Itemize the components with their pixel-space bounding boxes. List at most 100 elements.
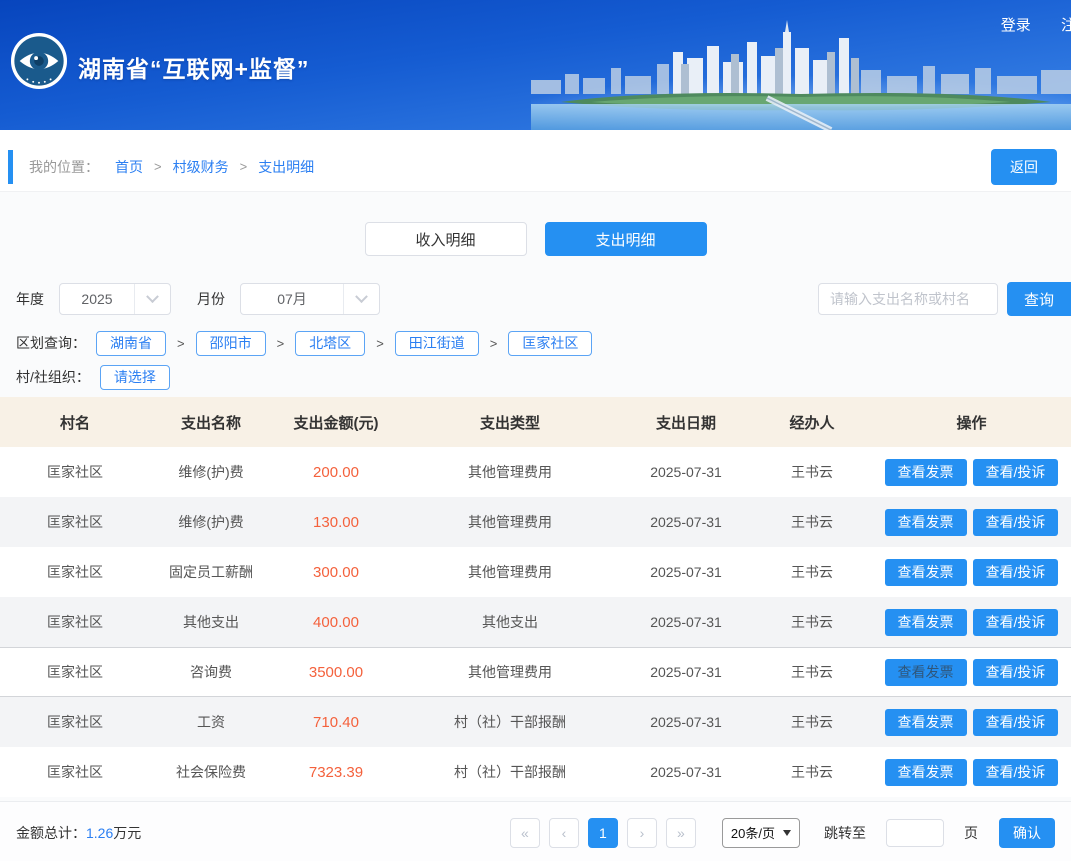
pagination-first-button[interactable]: « [509,817,540,848]
cell-expense-type: 村（社）干部报酬 [454,714,566,730]
breadcrumb-separator: > [239,159,248,174]
table-header-row: 村名 支出名称 支出金额(元) 支出类型 支出日期 经办人 操作 [0,397,1071,447]
login-link[interactable]: 登录 [1001,17,1031,34]
org-filter-row: 村/社组织： 请选择 [0,360,1071,394]
jump-label: 跳转至 [824,824,866,841]
cell-village: 匡家社区 [47,614,103,630]
site-logo-eye-icon [10,32,68,90]
cell-expense-type: 其他管理费用 [468,664,552,680]
table-row: 匡家社区 工资 710.40 村（社）干部报酬 2025-07-31 王书云 查… [0,697,1071,747]
site-title: 湖南省“互联网+监督” [78,56,310,82]
cell-actions: 查看发票 查看/投诉 [872,558,1071,586]
year-select[interactable]: 2025 [59,283,171,315]
tab-expense-detail[interactable]: 支出明细 [544,222,707,256]
cell-expense-type: 其他管理费用 [468,464,552,480]
view-invoice-button[interactable]: 查看发票 [884,458,967,486]
cell-expense-type: 其他管理费用 [468,514,552,530]
pagination-next-button[interactable]: › [626,817,657,848]
cell-date: 2025-07-31 [650,564,722,580]
cell-expense-name: 其他支出 [183,614,239,630]
chevron-down-icon [134,284,170,314]
view-complain-button[interactable]: 查看/投诉 [972,608,1059,636]
pagination-prev-button[interactable]: ‹ [548,817,579,848]
view-complain-button[interactable]: 查看/投诉 [972,658,1059,686]
account-links: 登录 注册 [975,14,1071,35]
region-province-button[interactable]: 湖南省 [96,330,166,356]
cell-handler: 王书云 [791,464,833,480]
cell-expense-name: 固定员工薪酬 [169,564,253,580]
table-row: 匡家社区 维修(护)费 200.00 其他管理费用 2025-07-31 王书云… [0,447,1071,497]
view-complain-button[interactable]: 查看/投诉 [972,508,1059,536]
view-complain-button[interactable]: 查看/投诉 [972,558,1059,586]
view-complain-button[interactable]: 查看/投诉 [972,758,1059,786]
breadcrumb-finance-link[interactable]: 村级财务 [173,157,229,177]
page-unit-label: 页 [964,824,978,841]
breadcrumb-label: 我的位置： [29,158,99,175]
back-button[interactable]: 返回 [991,148,1057,185]
cell-expense-name: 社会保险费 [176,764,246,780]
column-header-handler: 经办人 [789,414,835,432]
query-button[interactable]: 查询 [1007,282,1071,316]
cell-village: 匡家社区 [47,714,103,730]
region-separator: > [276,335,285,351]
cell-village: 匡家社区 [47,664,103,680]
region-city-button[interactable]: 邵阳市 [195,330,266,356]
column-header-date: 支出日期 [655,414,716,432]
table-row: 匡家社区 咨询费 3500.00 其他管理费用 2025-07-31 王书云 查… [0,647,1071,697]
region-community-button[interactable]: 匡家社区 [508,330,593,356]
view-invoice-button[interactable]: 查看发票 [884,608,967,636]
view-invoice-button[interactable]: 查看发票 [884,758,967,786]
year-label: 年度 [16,291,44,307]
cell-date: 2025-07-31 [650,714,722,730]
view-complain-button[interactable]: 查看/投诉 [972,458,1059,486]
pagination-page-1-button[interactable]: 1 [587,817,618,848]
cell-date: 2025-07-31 [650,514,722,530]
region-separator: > [177,335,185,351]
cell-actions: 查看发票 查看/投诉 [872,658,1071,686]
table-body: 匡家社区 维修(护)费 200.00 其他管理费用 2025-07-31 王书云… [0,447,1071,797]
tab-income-detail[interactable]: 收入明细 [364,222,527,256]
table-footer: 金额总计： 1.26 万元 « ‹ 1 › » 20条/页 跳转至 页 确认 [0,801,1071,861]
month-label: 月份 [197,291,225,307]
view-invoice-button[interactable]: 查看发票 [884,508,967,536]
cell-village: 匡家社区 [47,764,103,780]
region-separator: > [489,335,498,351]
view-invoice-button[interactable]: 查看发票 [884,708,967,736]
org-select-button[interactable]: 请选择 [99,364,170,390]
confirm-button[interactable]: 确认 [999,817,1055,848]
page-size-select[interactable]: 20条/页 [721,817,800,848]
view-complain-button[interactable]: 查看/投诉 [972,708,1059,736]
column-header-type: 支出类型 [479,414,540,432]
cell-expense-type: 其他管理费用 [468,564,552,580]
cell-amount: 400.00 [313,613,359,631]
site-header: 湖南省“互联网+监督” 登录 注册 [0,0,1071,130]
cell-expense-type: 村（社）干部报酬 [454,764,566,780]
chevron-down-icon [343,284,379,314]
page-size-value: 20条/页 [730,826,775,841]
register-link[interactable]: 注册 [1061,17,1071,34]
column-header-name: 支出名称 [180,414,241,432]
region-street-button[interactable]: 田江街道 [394,330,479,356]
pagination-last-button[interactable]: » [665,817,696,848]
search-input[interactable] [818,283,998,315]
cell-actions: 查看发票 查看/投诉 [872,708,1071,736]
column-header-amount: 支出金额(元) [293,414,379,432]
breadcrumb-home-link[interactable]: 首页 [115,157,143,177]
breadcrumb-separator: > [154,159,162,174]
cell-handler: 王书云 [791,614,833,630]
total-value: 1.26 [86,824,114,841]
breadcrumb: 我的位置： 首页 > 村级财务 > 支出明细 返回 [0,142,1071,192]
breadcrumb-expense-link[interactable]: 支出明细 [258,157,314,177]
table-row: 匡家社区 社会保险费 7323.39 村（社）干部报酬 2025-07-31 王… [0,747,1071,797]
view-invoice-button[interactable]: 查看发票 [884,558,967,586]
region-district-button[interactable]: 北塔区 [295,330,366,356]
org-label: 村/社组织： [16,369,90,385]
cell-amount: 7323.39 [308,763,364,781]
detail-tabs: 收入明细 支出明细 [0,192,1071,282]
cell-actions: 查看发票 查看/投诉 [872,608,1071,636]
month-select[interactable]: 07月 [240,283,380,315]
jump-page-input[interactable] [886,818,944,847]
cell-date: 2025-07-31 [650,664,722,680]
table-row: 匡家社区 固定员工薪酬 300.00 其他管理费用 2025-07-31 王书云… [0,547,1071,597]
view-invoice-button[interactable]: 查看发票 [884,658,967,686]
